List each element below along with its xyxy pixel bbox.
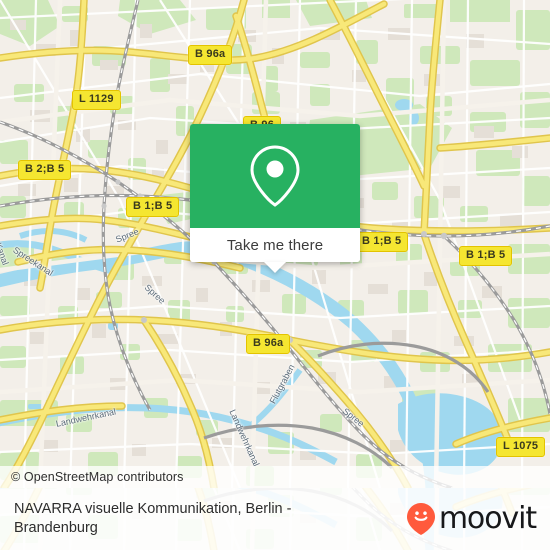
location-popup-card[interactable]: Take me there bbox=[190, 124, 360, 273]
road-shield[interactable]: L 1129 bbox=[72, 90, 121, 110]
road-shield[interactable]: B 96a bbox=[188, 45, 233, 65]
road-shield[interactable]: B 1;B 5 bbox=[126, 197, 180, 217]
popup-tail bbox=[264, 262, 286, 273]
road-shield[interactable]: B 2;B 5 bbox=[18, 160, 72, 180]
popup-pin-area bbox=[190, 124, 360, 228]
road-shield[interactable]: B 1;B 5 bbox=[355, 232, 409, 252]
road-shield[interactable]: L 1075 bbox=[496, 437, 546, 457]
take-me-there-button[interactable]: Take me there bbox=[190, 228, 360, 262]
attribution-text[interactable]: © OpenStreetMap contributors bbox=[0, 470, 184, 484]
moovit-wordmark: moovit bbox=[438, 501, 537, 536]
map-pin-icon bbox=[250, 145, 300, 207]
footer-bar: NAVARRA visuelle Kommunikation, Berlin -… bbox=[0, 488, 550, 550]
map-canvas[interactable]: B 96a L 1129 B 96 B 2;B 5 B 1;B 5 B 1;B … bbox=[0, 0, 550, 488]
map-attribution-bar: © OpenStreetMap contributors bbox=[0, 466, 550, 488]
road-shield[interactable]: B 1;B 5 bbox=[459, 246, 513, 266]
take-me-there-label: Take me there bbox=[226, 236, 324, 254]
moovit-brand[interactable]: moovit bbox=[406, 502, 550, 536]
moovit-smiley-pin-icon bbox=[406, 503, 435, 535]
road-shield[interactable]: B 96a bbox=[246, 334, 291, 354]
screenshot-root: B 96a L 1129 B 96 B 2;B 5 B 1;B 5 B 1;B … bbox=[0, 0, 550, 550]
place-title: NAVARRA visuelle Kommunikation, Berlin -… bbox=[14, 500, 292, 536]
